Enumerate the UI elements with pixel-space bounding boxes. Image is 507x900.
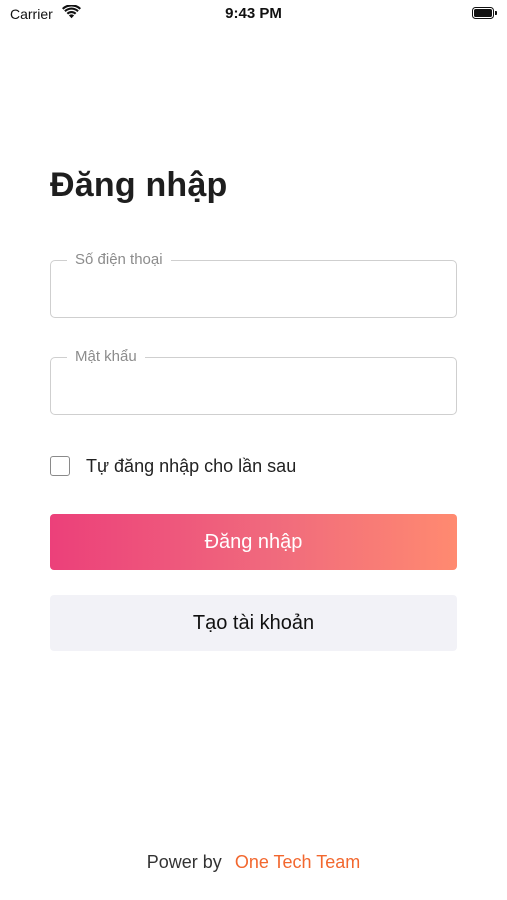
remember-me-row[interactable]: Tự đăng nhập cho lần sau: [50, 454, 296, 478]
create-account-button[interactable]: Tạo tài khoản: [50, 595, 457, 651]
footer-prefix: Power by: [146, 852, 222, 872]
login-button[interactable]: Đăng nhập: [50, 514, 457, 570]
battery-icon: [472, 7, 497, 19]
remember-me-label[interactable]: Tự đăng nhập cho lần sau: [86, 456, 296, 477]
page-title: Đăng nhập: [50, 166, 228, 204]
footer-brand-link[interactable]: One Tech Team: [235, 852, 360, 872]
phone-field-label: Số điện thoại: [67, 250, 171, 270]
footer-credit: Power by One Tech Team: [0, 852, 507, 873]
password-field[interactable]: Mật khẩu: [50, 347, 457, 415]
password-field-label: Mật khẩu: [67, 347, 145, 367]
phone-input[interactable]: [65, 277, 445, 305]
status-bar: Carrier 9:43 PM: [0, 0, 507, 28]
status-time: 9:43 PM: [225, 5, 282, 22]
phone-field[interactable]: Số điện thoại: [50, 250, 457, 318]
remember-me-checkbox[interactable]: [50, 456, 70, 476]
password-input[interactable]: [65, 374, 445, 402]
